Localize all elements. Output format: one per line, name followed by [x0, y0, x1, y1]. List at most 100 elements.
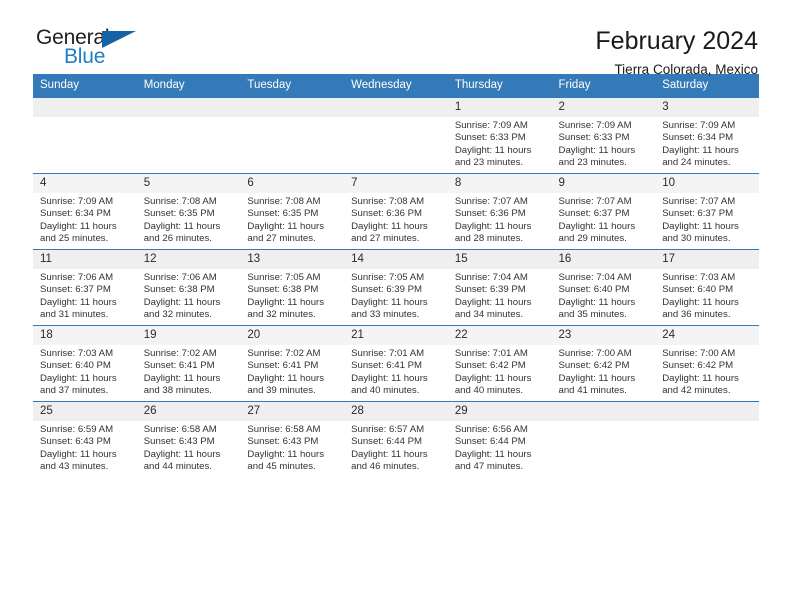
- day-daylight-line: and 27 minutes.: [351, 233, 420, 245]
- day-details: Sunrise: 7:01 AM Sunset: 6:42 PM Daylight:…: [448, 345, 552, 398]
- day-sunset-line: Sunset: 6:35 PM: [143, 208, 215, 220]
- calendar-day-cell[interactable]: 29 Sunrise: 6:56 AM Sunset: 6:44 PM Dayligh…: [447, 401, 552, 477]
- calendar-day-cell[interactable]: 14 Sunrise: 7:05 AM Sunset: 6:39 PM Dayligh…: [344, 249, 448, 326]
- calendar-day-cell[interactable]: 11 Sunrise: 7:06 AM Sunset: 6:37 PM Dayligh…: [33, 249, 137, 326]
- day-number: [551, 402, 656, 421]
- day-daylight-line: Daylight: 11 hours: [662, 220, 739, 232]
- day-daylight-line: Daylight: 11 hours: [40, 296, 117, 308]
- day-daylight-line: Daylight: 11 hours: [143, 372, 221, 384]
- calendar-day-cell[interactable]: 24 Sunrise: 7:00 AM Sunset: 6:42 PM Dayligh…: [655, 325, 759, 402]
- day-daylight-line: Daylight: 11 hours: [247, 372, 325, 384]
- day-sunset-line: Sunset: 6:42 PM: [454, 360, 526, 372]
- weekday-header-monday: Monday: [136, 74, 241, 98]
- calendar-week-row: 4 Sunrise: 7:09 AM Sunset: 6:34 PM Daylight…: [33, 173, 759, 250]
- calendar-day-cell[interactable]: 19 Sunrise: 7:02 AM Sunset: 6:41 PM Dayligh…: [136, 325, 241, 402]
- general-blue-logo: General Blue: [36, 26, 156, 72]
- day-number: 14: [344, 250, 448, 269]
- day-daylight-line: Daylight: 11 hours: [558, 220, 636, 232]
- day-sunset-line: Sunset: 6:39 PM: [351, 284, 423, 296]
- calendar-day-cell[interactable]: 1 Sunrise: 7:09 AM Sunset: 6:33 PM Daylight…: [447, 97, 552, 174]
- day-sunrise-line: Sunrise: 7:08 AM: [247, 196, 321, 207]
- day-daylight-line: and 25 minutes.: [40, 233, 109, 245]
- day-sunrise-line: Sunrise: 7:03 AM: [662, 272, 736, 283]
- day-sunset-line: Sunset: 6:33 PM: [454, 132, 526, 144]
- calendar-day-cell[interactable]: 25 Sunrise: 6:59 AM Sunset: 6:43 PM Dayligh…: [33, 401, 137, 477]
- day-details: Sunrise: 7:05 AM Sunset: 6:38 PM Daylight:…: [240, 269, 344, 322]
- day-daylight-line: Daylight: 11 hours: [247, 448, 325, 460]
- day-daylight-line: Daylight: 11 hours: [247, 220, 325, 232]
- day-daylight-line: Daylight: 11 hours: [558, 144, 636, 156]
- day-daylight-line: and 43 minutes.: [40, 461, 109, 473]
- calendar-day-cell[interactable]: 18 Sunrise: 7:03 AM Sunset: 6:40 PM Dayligh…: [33, 325, 137, 402]
- calendar-day-cell[interactable]: 8 Sunrise: 7:07 AM Sunset: 6:36 PM Daylight…: [447, 173, 552, 250]
- day-details: Sunrise: 7:00 AM Sunset: 6:42 PM Daylight:…: [655, 345, 759, 398]
- day-daylight-line: and 27 minutes.: [247, 233, 316, 245]
- day-number: 5: [136, 174, 241, 193]
- day-daylight-line: and 29 minutes.: [558, 233, 627, 245]
- day-number: 9: [551, 174, 656, 193]
- calendar-day-cell-empty: [655, 401, 759, 477]
- calendar-day-cell[interactable]: 5 Sunrise: 7:08 AM Sunset: 6:35 PM Daylight…: [136, 173, 241, 250]
- calendar-day-cell[interactable]: 21 Sunrise: 7:01 AM Sunset: 6:41 PM Dayligh…: [344, 325, 448, 402]
- day-sunrise-line: Sunrise: 7:09 AM: [558, 120, 632, 131]
- day-sunset-line: Sunset: 6:37 PM: [558, 208, 630, 220]
- calendar-day-cell[interactable]: 16 Sunrise: 7:04 AM Sunset: 6:40 PM Dayligh…: [551, 249, 656, 326]
- day-details: Sunrise: 7:03 AM Sunset: 6:40 PM Daylight:…: [655, 269, 759, 322]
- calendar-day-cell[interactable]: 2 Sunrise: 7:09 AM Sunset: 6:33 PM Daylight…: [551, 97, 656, 174]
- calendar-day-cell[interactable]: 28 Sunrise: 6:57 AM Sunset: 6:44 PM Dayligh…: [344, 401, 448, 477]
- day-daylight-line: and 35 minutes.: [558, 309, 627, 321]
- day-daylight-line: Daylight: 11 hours: [143, 296, 221, 308]
- calendar-day-cell[interactable]: 12 Sunrise: 7:06 AM Sunset: 6:38 PM Dayligh…: [136, 249, 241, 326]
- calendar-day-cell[interactable]: 20 Sunrise: 7:02 AM Sunset: 6:41 PM Dayligh…: [240, 325, 345, 402]
- day-daylight-line: Daylight: 11 hours: [558, 372, 636, 384]
- day-daylight-line: and 32 minutes.: [143, 309, 212, 321]
- day-sunrise-line: Sunrise: 7:00 AM: [558, 348, 632, 359]
- day-details: Sunrise: 6:57 AM Sunset: 6:44 PM Daylight:…: [344, 421, 448, 474]
- day-daylight-line: Daylight: 11 hours: [351, 448, 428, 460]
- day-sunset-line: Sunset: 6:43 PM: [247, 436, 319, 448]
- day-daylight-line: Daylight: 11 hours: [40, 448, 117, 460]
- calendar-day-cell-empty: [33, 97, 137, 174]
- day-daylight-line: Daylight: 11 hours: [662, 296, 739, 308]
- calendar-day-cell-empty: [136, 97, 241, 174]
- day-daylight-line: and 42 minutes.: [662, 385, 731, 397]
- calendar-day-cell[interactable]: 15 Sunrise: 7:04 AM Sunset: 6:39 PM Dayligh…: [447, 249, 552, 326]
- day-details: Sunrise: 7:00 AM Sunset: 6:42 PM Daylight:…: [552, 345, 656, 398]
- day-sunrise-line: Sunrise: 6:57 AM: [351, 424, 425, 435]
- calendar-day-cell[interactable]: 22 Sunrise: 7:01 AM Sunset: 6:42 PM Dayligh…: [447, 325, 552, 402]
- day-details: Sunrise: 7:01 AM Sunset: 6:41 PM Daylight:…: [344, 345, 448, 398]
- day-daylight-line: Daylight: 11 hours: [454, 448, 532, 460]
- day-number: 18: [33, 326, 137, 345]
- calendar-day-cell[interactable]: 17 Sunrise: 7:03 AM Sunset: 6:40 PM Dayligh…: [655, 249, 759, 326]
- day-daylight-line: Daylight: 11 hours: [454, 372, 532, 384]
- calendar-day-cell[interactable]: 23 Sunrise: 7:00 AM Sunset: 6:42 PM Dayligh…: [551, 325, 656, 402]
- calendar-day-cell-empty: [551, 401, 656, 477]
- calendar-day-cell[interactable]: 10 Sunrise: 7:07 AM Sunset: 6:37 PM Dayligh…: [655, 173, 759, 250]
- calendar-day-cell[interactable]: 3 Sunrise: 7:09 AM Sunset: 6:34 PM Daylight…: [655, 97, 759, 174]
- day-number: 28: [344, 402, 448, 421]
- day-sunset-line: Sunset: 6:42 PM: [558, 360, 630, 372]
- day-details: Sunrise: 6:56 AM Sunset: 6:44 PM Daylight:…: [448, 421, 552, 474]
- day-details: Sunrise: 7:05 AM Sunset: 6:39 PM Daylight:…: [344, 269, 448, 322]
- calendar-day-cell[interactable]: 27 Sunrise: 6:58 AM Sunset: 6:43 PM Dayligh…: [240, 401, 345, 477]
- calendar-day-cell[interactable]: 6 Sunrise: 7:08 AM Sunset: 6:35 PM Daylight…: [240, 173, 345, 250]
- day-daylight-line: and 38 minutes.: [143, 385, 212, 397]
- calendar-day-cell[interactable]: 7 Sunrise: 7:08 AM Sunset: 6:36 PM Daylight…: [344, 173, 448, 250]
- location-subtitle: Tierra Colorada, Mexico: [614, 62, 758, 77]
- day-sunrise-line: Sunrise: 7:08 AM: [351, 196, 425, 207]
- calendar-day-cell[interactable]: 13 Sunrise: 7:05 AM Sunset: 6:38 PM Dayligh…: [240, 249, 345, 326]
- calendar-day-cell[interactable]: 26 Sunrise: 6:58 AM Sunset: 6:43 PM Dayligh…: [136, 401, 241, 477]
- calendar-day-cell[interactable]: 9 Sunrise: 7:07 AM Sunset: 6:37 PM Daylight…: [551, 173, 656, 250]
- day-sunset-line: Sunset: 6:44 PM: [454, 436, 526, 448]
- day-sunrise-line: Sunrise: 7:07 AM: [454, 196, 528, 207]
- day-details: Sunrise: 7:06 AM Sunset: 6:38 PM Daylight:…: [137, 269, 241, 322]
- day-sunset-line: Sunset: 6:34 PM: [40, 208, 111, 220]
- calendar-day-cell[interactable]: 4 Sunrise: 7:09 AM Sunset: 6:34 PM Daylight…: [33, 173, 137, 250]
- day-details: Sunrise: 7:04 AM Sunset: 6:39 PM Daylight:…: [448, 269, 552, 322]
- day-daylight-line: Daylight: 11 hours: [662, 144, 739, 156]
- day-daylight-line: and 34 minutes.: [454, 309, 524, 321]
- day-details: Sunrise: 7:07 AM Sunset: 6:37 PM Daylight:…: [655, 193, 759, 246]
- day-daylight-line: Daylight: 11 hours: [143, 220, 221, 232]
- day-sunrise-line: Sunrise: 7:02 AM: [143, 348, 217, 359]
- day-daylight-line: Daylight: 11 hours: [40, 372, 117, 384]
